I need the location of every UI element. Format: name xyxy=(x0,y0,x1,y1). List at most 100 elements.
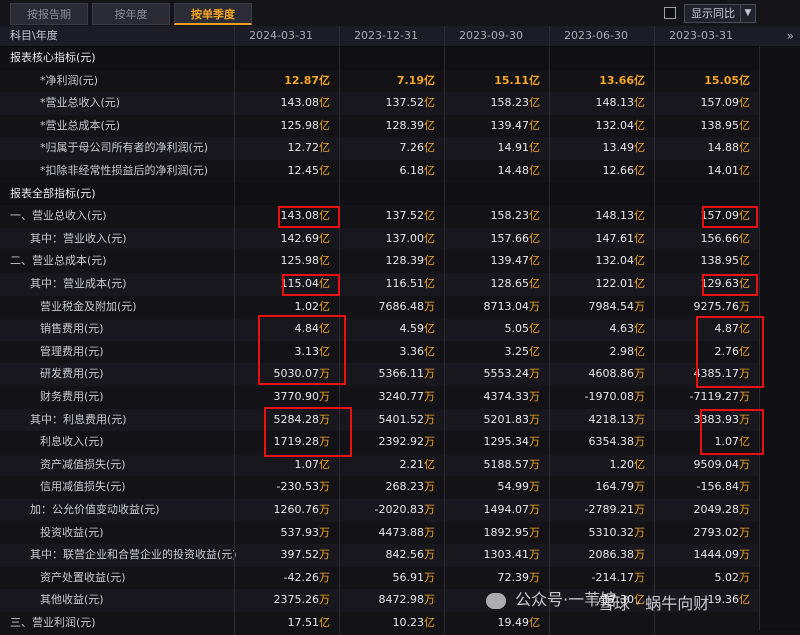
cell-value: 1260.76万 xyxy=(234,499,338,522)
cell-value: 6354.38万 xyxy=(549,431,653,454)
cell-unit: 亿 xyxy=(529,277,540,290)
cell-number: 137.00 xyxy=(385,231,425,245)
table-row[interactable]: 信用减值损失(元) -230.53万 268.23万 54.99万 164.79万 -15… xyxy=(0,476,800,499)
period-header[interactable]: 2023-12-31 xyxy=(339,26,444,46)
cell-unit: 万 xyxy=(424,412,435,426)
cell-value: 13.66亿 xyxy=(549,69,653,93)
wechat-icon xyxy=(486,592,506,609)
cell-value: 537.93万 xyxy=(234,521,338,545)
table-row[interactable]: *归属于母公司所有者的净利润(元) 12.72亿 7.26亿 14.91亿 13.49亿… xyxy=(0,137,800,160)
cell-value: 137.00亿 xyxy=(339,227,443,251)
table-row[interactable]: *营业总成本(元) 125.98亿 128.39亿 139.47亿 132.04亿 138… xyxy=(0,114,800,138)
period-header[interactable]: 2023-03-31 xyxy=(654,26,759,46)
cell-value: 4608.86万 xyxy=(549,363,653,386)
section-row[interactable]: 报表核心指标(元) xyxy=(0,47,800,70)
highlight-box xyxy=(702,274,758,296)
cell-number: 7984.54 xyxy=(588,299,635,313)
row-label: 投资收益(元) xyxy=(40,525,104,539)
cell-number: 4.63 xyxy=(609,322,635,336)
cell-unit: 万 xyxy=(529,480,540,494)
cell-value: -230.53万 xyxy=(234,476,338,499)
cell-value: -2020.83万 xyxy=(339,499,443,522)
row-label: *营业总成本(元) xyxy=(40,118,121,132)
table-row[interactable]: 资产减值损失(元) 1.07亿 2.21亿 5188.57万 1.20亿 9509.04万 xyxy=(0,453,800,477)
cell-value: 1444.09万 xyxy=(654,544,758,567)
cell-value: 164.79万 xyxy=(549,476,653,499)
cell-number: 139.47 xyxy=(490,254,530,268)
cell-value: 8713.04万 xyxy=(444,295,548,319)
compare-dropdown[interactable]: 显示同比 ▼ xyxy=(684,4,756,23)
table-row[interactable]: 其中：联营企业和合营企业的投资收益(元) 397.52万 842.56万 1303.4… xyxy=(0,544,800,567)
table-row[interactable]: 财务费用(元) 3770.90万 3240.77万 4374.33万 -1970.08万… xyxy=(0,386,800,409)
period-header[interactable]: 2024-03-31 xyxy=(234,26,339,46)
cell-number: 7.26 xyxy=(399,141,425,155)
period-header[interactable]: 2023-09-30 xyxy=(444,26,549,46)
table-row[interactable]: 研发费用(元) 5030.07万 5366.11万 5553.24万 4608.86万 4… xyxy=(0,363,800,386)
cell-value: 2.98亿 xyxy=(549,340,653,364)
cell-number: 14.88 xyxy=(707,141,740,155)
cell-value xyxy=(654,47,758,70)
tab-by-quarter[interactable]: 按单季度 xyxy=(174,3,252,25)
tab-by-year[interactable]: 按年度 xyxy=(92,3,170,25)
table-row[interactable]: 投资收益(元) 537.93万 4473.88万 1892.95万 5310.32万 27… xyxy=(0,521,800,545)
cell-value: 13.49亿 xyxy=(549,137,653,160)
row-label: *归属于母公司所有者的净利润(元) xyxy=(40,141,209,155)
cell-number: 158.23 xyxy=(490,209,530,223)
cell-value: 3.36亿 xyxy=(339,340,443,364)
cell-number: 9275.76 xyxy=(693,299,740,313)
cell-number: 1444.09 xyxy=(693,548,740,562)
cell-unit: 亿 xyxy=(424,344,435,358)
period-header[interactable]: 2023-06-30 xyxy=(549,26,654,46)
cell-value: -2789.21万 xyxy=(549,499,653,522)
cell-value: 4.59亿 xyxy=(339,318,443,341)
cell-unit: 亿 xyxy=(739,96,750,110)
cell-value: 139.47亿 xyxy=(444,114,548,138)
table-row[interactable]: 资产处置收益(元) -42.26万 56.91万 72.39万 -214.17万 5.02… xyxy=(0,566,800,590)
table-row[interactable]: *营业总收入(元) 143.08亿 137.52亿 158.23亿 148.13亿 157… xyxy=(0,92,800,115)
row-label: 营业税金及附加(元) xyxy=(40,299,137,313)
cell-number: 8472.98 xyxy=(378,593,425,607)
compare-checkbox[interactable] xyxy=(664,7,676,19)
cell-value: 14.88亿 xyxy=(654,137,758,160)
table-row[interactable]: 管理费用(元) 3.13亿 3.36亿 3.25亿 2.98亿 2.76亿 xyxy=(0,340,800,364)
cell-number: 1.02 xyxy=(294,299,320,313)
cell-number: 2793.02 xyxy=(693,525,740,539)
cell-unit: 万 xyxy=(529,299,540,313)
table-row[interactable]: *净利润(元) 12.87亿 7.19亿 15.11亿 13.66亿 15.05亿 xyxy=(0,69,800,93)
double-chevron-right-icon[interactable]: » xyxy=(787,26,794,46)
table-row[interactable]: 营业税金及附加(元) 1.02亿 7686.48万 8713.04万 7984.54万 9… xyxy=(0,295,800,319)
cell-value: 143.08亿 xyxy=(234,92,338,115)
cell-number: 4608.86 xyxy=(588,367,635,381)
cell-number: 1.20 xyxy=(609,457,635,471)
cell-unit: 万 xyxy=(739,480,750,494)
table-row[interactable]: 其中：营业成本(元) 115.04亿 116.51亿 128.65亿 122.01亿 12… xyxy=(0,273,800,296)
cell-unit: 亿 xyxy=(424,277,435,290)
cell-unit: 万 xyxy=(529,548,540,562)
cell-number: 8713.04 xyxy=(483,299,530,313)
cell-number: 139.47 xyxy=(490,118,530,132)
cell-value: 5366.11万 xyxy=(339,363,443,386)
table-row[interactable]: 销售费用(元) 4.84亿 4.59亿 5.05亿 4.63亿 4.87亿 xyxy=(0,318,800,341)
table-row[interactable]: 加：公允价值变动收益(元) 1260.76万 -2020.83万 1494.07万 -2… xyxy=(0,499,800,522)
cell-number: 5366.11 xyxy=(378,367,425,381)
table-row[interactable]: 一、营业总收入(元) 143.08亿 137.52亿 158.23亿 148.13亿 15… xyxy=(0,205,800,228)
table-row[interactable]: *扣除非经常性损益后的净利润(元) 12.45亿 6.18亿 14.48亿 12.66亿… xyxy=(0,160,800,183)
highlight-box xyxy=(258,315,346,385)
tab-by-report-period[interactable]: 按报告期 xyxy=(10,3,88,25)
cell-number: 137.52 xyxy=(385,209,425,223)
cell-unit: 万 xyxy=(529,503,540,516)
section-row[interactable]: 报表全部指标(元) xyxy=(0,182,800,206)
cell-number: 10.23 xyxy=(392,616,425,629)
table-row[interactable]: 其中：营业收入(元) 142.69亿 137.00亿 157.66亿 147.61亿 15… xyxy=(0,227,800,251)
cell-number: 138.95 xyxy=(700,118,740,132)
cell-number: 12.45 xyxy=(287,164,320,177)
cell-value xyxy=(654,612,758,635)
table-row[interactable]: 二、营业总成本(元) 125.98亿 128.39亿 139.47亿 132.04亿 13… xyxy=(0,250,800,273)
cell-unit: 亿 xyxy=(739,73,750,87)
row-label: *扣除非经常性损益后的净利润(元) xyxy=(40,164,209,177)
cell-unit: 万 xyxy=(739,548,750,562)
table-row[interactable]: 利息收入(元) 1719.28万 2392.92万 1295.34万 6354.38万 1… xyxy=(0,431,800,454)
table-row[interactable]: 三、营业利润(元) 17.51亿 10.23亿 19.49亿 xyxy=(0,612,800,635)
table-row[interactable]: 其中：利息费用(元) 5284.28万 5401.52万 5201.83万 4218.1… xyxy=(0,408,800,432)
cell-value: 17.51亿 xyxy=(234,612,338,635)
